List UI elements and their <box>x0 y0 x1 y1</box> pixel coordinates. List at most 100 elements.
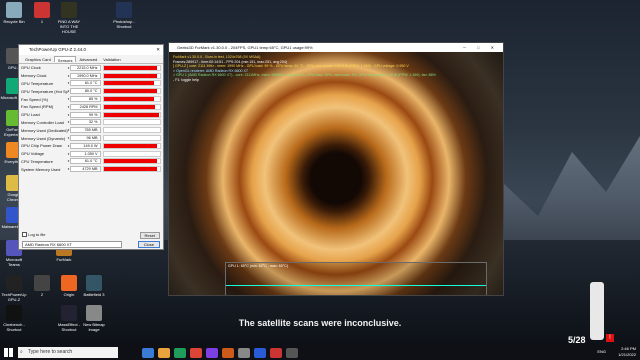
device-row: AMD Radeon RX 6600 XT Close <box>22 241 160 248</box>
dropdown-icon[interactable]: ▾ <box>68 167 70 171</box>
flashlight-icon <box>590 282 604 340</box>
sensor-row: Fan Speed (RPM) ▾ 2428 RPM <box>19 103 163 111</box>
sensor-row: Memory Controller Load ▾ 32 % <box>19 119 163 127</box>
close-button[interactable]: Close <box>137 241 160 248</box>
overlay-line: > GPU 1 (AMD Radeon RX 6600 XT) - core: … <box>173 73 436 78</box>
tab-graphics-card[interactable]: Graphics Card <box>22 56 54 62</box>
dropdown-icon[interactable]: ▾ <box>68 159 70 163</box>
sensor-list: GPU Clock ▾ 2215.0 MHz Memory Clock ▾ 1990.0 … <box>19 64 163 173</box>
sensor-value: 61.0 °C <box>70 158 101 165</box>
sensor-row: Memory Used (Dedicated) ▾ 765 MB <box>19 126 163 134</box>
dropdown-icon[interactable]: ▾ <box>68 74 70 78</box>
taskbar-app-icon[interactable] <box>190 347 202 358</box>
furmark-window[interactable]: Geeks3D FurMark v1.30.0.0 - 204FPS, GPU1… <box>168 42 504 296</box>
sensor-graph-fill <box>103 112 159 117</box>
origin-icon <box>61 275 77 291</box>
dropdown-icon[interactable]: ▾ <box>68 120 70 124</box>
sensor-value: 1.050 V <box>70 150 101 157</box>
sensor-graph <box>102 142 161 149</box>
sensor-value: 32 % <box>70 119 101 126</box>
device-select[interactable]: AMD Radeon RX 6600 XT <box>22 241 122 248</box>
desktop-icon-label: Photoshop - Shortcut <box>113 19 135 29</box>
sensor-value: 85 % <box>70 96 101 103</box>
log-to-file-row[interactable]: Log to file Reset <box>22 232 160 239</box>
ammo-counter: 5/28 <box>568 335 586 345</box>
sensor-graph <box>102 72 161 79</box>
desktop-icon-photoshop-shortcut[interactable]: Photoshop - Shortcut <box>110 2 138 29</box>
sensor-row: GPU Temperature (Hot Spot) ▾ 80.0 °C <box>19 87 163 95</box>
tab-sensors[interactable]: Sensors <box>53 56 77 63</box>
taskbar-app-icon[interactable] <box>158 347 170 358</box>
language-indicator[interactable]: ENG <box>597 349 606 355</box>
dropdown-icon[interactable]: ▾ <box>68 97 70 101</box>
dropdown-icon[interactable]: ▾ <box>68 105 70 109</box>
taskbar-app-icon[interactable] <box>238 347 250 358</box>
desktop-icon-label: Battlefield 3 <box>83 292 105 297</box>
taskbar-app-icon[interactable] <box>286 347 298 358</box>
temp-graph-label: GPU 1: 65°C (min: 62°C - max: 65°C) <box>228 264 289 268</box>
dropdown-icon[interactable]: ▾ <box>68 89 70 93</box>
dropdown-icon[interactable]: ▾ <box>68 152 70 156</box>
taskbar-app-icon[interactable] <box>222 347 234 358</box>
search-box[interactable]: ⌕ Type here to search <box>18 347 118 358</box>
taskbar-app-icon[interactable] <box>254 347 266 358</box>
dropdown-icon[interactable]: ▾ <box>68 113 70 117</box>
furmark-title: Geeks3D FurMark v1.30.0.0 - 204FPS, GPU1… <box>177 45 313 50</box>
photoshop-shortcut-icon <box>116 2 132 18</box>
tab-validation[interactable]: Validation <box>100 56 123 62</box>
log-label: Log to file <box>28 232 46 237</box>
sensor-graph <box>102 96 161 103</box>
find-a-way-into-the-house-icon <box>61 2 77 18</box>
windows-start-icon[interactable] <box>4 348 13 357</box>
taskbar: ⌕ Type here to search ENG 2:46 PM 1/21/2… <box>0 345 640 360</box>
window-controls[interactable]: ─ □ ✕ <box>463 43 499 52</box>
sensor-label: Fan Speed (RPM) <box>21 104 54 110</box>
sensor-row: GPU Clock ▾ 2215.0 MHz <box>19 64 163 72</box>
sensor-value: 80.0 °C <box>70 88 101 95</box>
desktop-icon-find-a-way-into-the-house[interactable]: FIND A WAY INTO THE HOUSE <box>55 2 83 34</box>
reset-button[interactable]: Reset <box>139 232 160 239</box>
tab-advanced[interactable]: Advanced <box>76 56 100 62</box>
dropdown-icon[interactable]: ▾ <box>68 144 70 148</box>
system-tray[interactable]: ENG 2:46 PM 1/21/2022 <box>597 346 636 358</box>
sensor-label: Fan Speed (%) <box>21 96 48 102</box>
log-checkbox[interactable] <box>22 232 27 238</box>
desktop-icon-battlefield-3[interactable]: Battlefield 3 <box>80 275 108 297</box>
sensor-row: GPU Voltage ▾ 1.050 V <box>19 150 163 158</box>
dropdown-icon[interactable]: ▾ <box>68 66 70 70</box>
taskbar-app-icon[interactable] <box>206 347 218 358</box>
sensor-graph <box>102 119 161 126</box>
sensor-label: Memory Controller Load <box>21 119 64 125</box>
taskbar-app-icon[interactable] <box>174 347 186 358</box>
clock-date[interactable]: 1/21/2022 <box>618 352 636 358</box>
dropdown-icon[interactable]: ▾ <box>68 136 70 140</box>
gpuz-titlebar[interactable]: TechPowerUp GPU-Z 2.44.0 ✕ <box>19 45 163 55</box>
sensor-value: 61.0 °C <box>70 80 101 87</box>
dropdown-icon[interactable]: ▾ <box>68 81 70 85</box>
sensor-graph <box>102 135 161 142</box>
sensor-row: Fan Speed (%) ▾ 85 % <box>19 95 163 103</box>
taskbar-app-icon[interactable] <box>270 347 282 358</box>
desktop-icon-2[interactable]: 2 <box>28 275 56 297</box>
sensor-row: GPU Load ▾ 99 % <box>19 111 163 119</box>
furmark-titlebar[interactable]: Geeks3D FurMark v1.30.0.0 - 204FPS, GPU1… <box>169 43 503 52</box>
desktop-icon-techpowerup-gpu-z[interactable]: TechPowerUp GPU-Z <box>0 275 28 302</box>
desktop-icon-recycle-bin[interactable]: Recycle Bin <box>0 2 28 24</box>
sensor-row: GPU Chip Power Draw ▾ 149.0 W <box>19 142 163 150</box>
sensor-label: Memory Used (Dynamic) <box>21 135 66 141</box>
sensor-value: 4729 MB <box>70 166 101 173</box>
sensor-label: GPU Clock <box>21 65 41 71</box>
dropdown-icon[interactable]: ▾ <box>68 128 70 132</box>
gpuz-tabs: Graphics Card Sensors Advanced Validatio… <box>19 55 163 64</box>
sensor-label: System Memory Used <box>21 166 61 172</box>
desktop-icon-1[interactable]: 1 <box>28 2 56 24</box>
taskbar-app-icon[interactable] <box>142 347 154 358</box>
close-icon[interactable]: ✕ <box>156 45 160 55</box>
sensor-value: 2215.0 MHz <box>70 64 101 71</box>
desktop-icon-origin[interactable]: Origin <box>55 275 83 297</box>
sensor-graph <box>102 150 161 157</box>
sensor-label: GPU Voltage <box>21 151 45 157</box>
gpuz-window[interactable]: TechPowerUp GPU-Z 2.44.0 ✕ Graphics Card… <box>18 44 164 250</box>
game-subtitle: The satellite scans were inconclusive. <box>238 318 402 328</box>
sensor-value: 1990.0 MHz <box>70 72 101 79</box>
